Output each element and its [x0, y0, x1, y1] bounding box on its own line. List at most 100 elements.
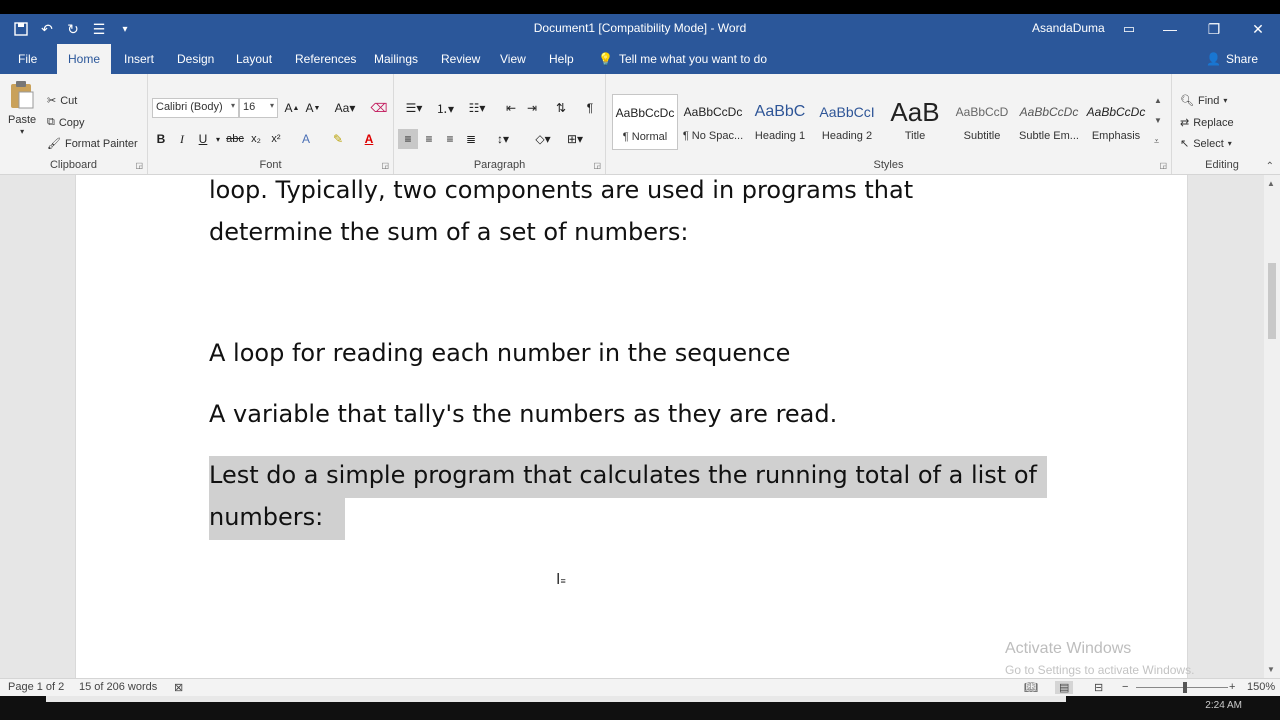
copy-icon: ⧉ [47, 116, 55, 128]
paragraph-line[interactable]: A variable that tally's the numbers as t… [209, 393, 837, 435]
style-heading-2[interactable]: AaBbCcI Heading 2 [814, 94, 880, 150]
zoom-in-icon[interactable]: + [1229, 681, 1235, 693]
paragraph-line-selected[interactable]: Lest do a simple program that calculates… [209, 454, 1037, 496]
tab-home[interactable]: Home [57, 44, 111, 74]
activation-watermark-subtitle: Go to Settings to activate Windows. [1005, 663, 1195, 677]
subscript-icon[interactable]: x₂ [246, 129, 266, 149]
share-button[interactable]: 👤 Share [1206, 52, 1258, 66]
replace-button[interactable]: ⇄ Replace [1180, 116, 1234, 130]
style-no-spacing[interactable]: AaBbCcDc ¶ No Spac... [680, 94, 746, 150]
justify-icon[interactable]: ≣ [461, 129, 481, 149]
style-subtitle[interactable]: AaBbCcD Subtitle [949, 94, 1015, 150]
decrease-indent-icon[interactable]: ⇤ [501, 98, 521, 118]
style-heading-1[interactable]: AaBbC Heading 1 [747, 94, 813, 150]
style-normal[interactable]: AaBbCcDc ¶ Normal [612, 94, 678, 150]
style-title[interactable]: AaB Title [882, 94, 948, 150]
tab-review[interactable]: Review [433, 44, 488, 74]
close-icon[interactable]: ✕ [1236, 14, 1280, 44]
chevron-down-icon: ▾ [1223, 96, 1228, 105]
show-formatting-marks-icon[interactable]: ¶ [580, 98, 600, 118]
proofing-icon[interactable]: ⊠ [174, 681, 183, 694]
gallery-more-icon[interactable]: ⩡ [1154, 136, 1159, 147]
paragraph-line[interactable]: A loop for reading each number in the se… [209, 332, 790, 374]
ribbon-tabs: File Home Insert Design Layout Reference… [0, 44, 1280, 74]
zoom-out-icon[interactable]: − [1122, 681, 1128, 693]
collapse-ribbon-icon[interactable]: ⌃ [1266, 161, 1274, 172]
paragraph-line[interactable]: loop. Typically, two components are used… [209, 175, 913, 211]
highlight-icon[interactable]: ✎ [328, 129, 348, 149]
zoom-level[interactable]: 150% [1247, 681, 1275, 693]
print-layout-icon[interactable]: ▤ [1055, 681, 1074, 694]
taskbar-clock[interactable]: 2:24 AM [1205, 700, 1242, 711]
ribbon-display-options-icon[interactable]: ▭ [1120, 20, 1138, 38]
tab-mailings[interactable]: Mailings [366, 44, 426, 74]
gallery-up-icon[interactable]: ▲ [1154, 96, 1162, 105]
styles-launcher-icon[interactable]: ◲ [1159, 161, 1167, 170]
italic-icon[interactable]: I [172, 129, 192, 149]
chevron-down-icon: ▾ [269, 101, 274, 110]
style-name: Title [904, 130, 926, 142]
tab-design[interactable]: Design [169, 44, 222, 74]
document-page[interactable]: loop. Typically, two components are used… [75, 175, 1188, 678]
multilevel-list-icon[interactable]: ☷▾ [462, 98, 492, 118]
clear-formatting-icon[interactable]: ⌫ [369, 98, 389, 118]
find-label: Find [1197, 94, 1220, 107]
borders-icon[interactable]: ⊞▾ [562, 129, 588, 149]
text-effects-icon[interactable]: A [296, 129, 316, 149]
increase-indent-icon[interactable]: ⇥ [522, 98, 542, 118]
gallery-down-icon[interactable]: ▼ [1154, 116, 1162, 125]
shrink-font-icon[interactable]: A ▼ [303, 98, 323, 118]
bold-icon[interactable]: B [151, 129, 171, 149]
tab-file[interactable]: File [10, 44, 45, 74]
minimize-icon[interactable]: — [1148, 14, 1192, 44]
restore-icon[interactable]: ❐ [1192, 14, 1236, 44]
sort-icon[interactable]: ⇅ [551, 98, 571, 118]
align-left-icon[interactable]: ≡ [398, 129, 418, 149]
vertical-scrollbar[interactable]: ▲ ▼ [1264, 175, 1280, 678]
user-name[interactable]: AsandaDuma [1032, 21, 1105, 35]
zoom-slider[interactable] [1136, 687, 1228, 688]
tab-help[interactable]: Help [541, 44, 582, 74]
style-subtle-emphasis[interactable]: AaBbCcDc Subtle Em... [1016, 94, 1082, 150]
zoom-slider-thumb[interactable] [1183, 682, 1187, 693]
numbering-icon[interactable]: ⒈▾ [431, 98, 459, 118]
tab-references[interactable]: References [287, 44, 364, 74]
bullets-icon[interactable]: ☰▾ [400, 98, 428, 118]
read-mode-icon[interactable]: 📖︎ [1024, 681, 1038, 694]
style-emphasis[interactable]: AaBbCcDc Emphasis [1083, 94, 1149, 150]
strikethrough-icon[interactable]: abc [225, 129, 245, 149]
styles-group: AaBbCcDc ¶ Normal AaBbCcDc ¶ No Spac... … [606, 74, 1172, 174]
format-painter-button[interactable]: 🖌 Format Painter [47, 137, 138, 151]
clipboard-launcher-icon[interactable]: ◲ [135, 161, 143, 170]
tell-me-box[interactable]: 💡 Tell me what you want to do [598, 52, 767, 66]
paragraph-launcher-icon[interactable]: ◲ [593, 161, 601, 170]
scrollbar-thumb[interactable] [1268, 263, 1276, 339]
tab-view[interactable]: View [492, 44, 534, 74]
web-layout-icon[interactable]: ⊟ [1094, 681, 1103, 694]
scroll-down-icon[interactable]: ▼ [1267, 665, 1275, 674]
find-button[interactable]: 🔍︎ Find ▾ [1180, 94, 1228, 108]
align-center-icon[interactable]: ≡ [419, 129, 439, 149]
word-count[interactable]: 15 of 206 words [79, 681, 157, 693]
cut-button[interactable]: ✂ Cut [47, 94, 77, 108]
shading-icon[interactable]: ◇▾ [530, 129, 556, 149]
font-color-icon[interactable]: A [359, 129, 379, 149]
line-spacing-icon[interactable]: ↕▾ [490, 129, 516, 149]
font-size-combo[interactable]: 16 ▾ [239, 98, 278, 118]
scroll-up-icon[interactable]: ▲ [1267, 179, 1275, 188]
superscript-icon[interactable]: x² [266, 129, 286, 149]
font-name-combo[interactable]: Calibri (Body) ▾ [152, 98, 239, 118]
grow-font-icon[interactable]: A ▲ [282, 98, 302, 118]
paragraph-line-selected[interactable]: numbers: [209, 496, 323, 538]
copy-button[interactable]: ⧉ Copy [47, 116, 85, 129]
select-button[interactable]: ↖ Select ▾ [1180, 137, 1232, 151]
paragraph-line[interactable]: determine the sum of a set of numbers: [209, 211, 688, 253]
tab-layout[interactable]: Layout [228, 44, 280, 74]
paste-button[interactable]: Paste ▾ [8, 80, 36, 136]
status-bar: Page 1 of 2 15 of 206 words ⊠ 📖︎ ▤ ⊟ − +… [0, 678, 1280, 696]
tab-insert[interactable]: Insert [116, 44, 162, 74]
align-right-icon[interactable]: ≡ [440, 129, 460, 149]
change-case-icon[interactable]: Aa▾ [331, 98, 359, 118]
page-count[interactable]: Page 1 of 2 [8, 681, 64, 693]
font-launcher-icon[interactable]: ◲ [381, 161, 389, 170]
